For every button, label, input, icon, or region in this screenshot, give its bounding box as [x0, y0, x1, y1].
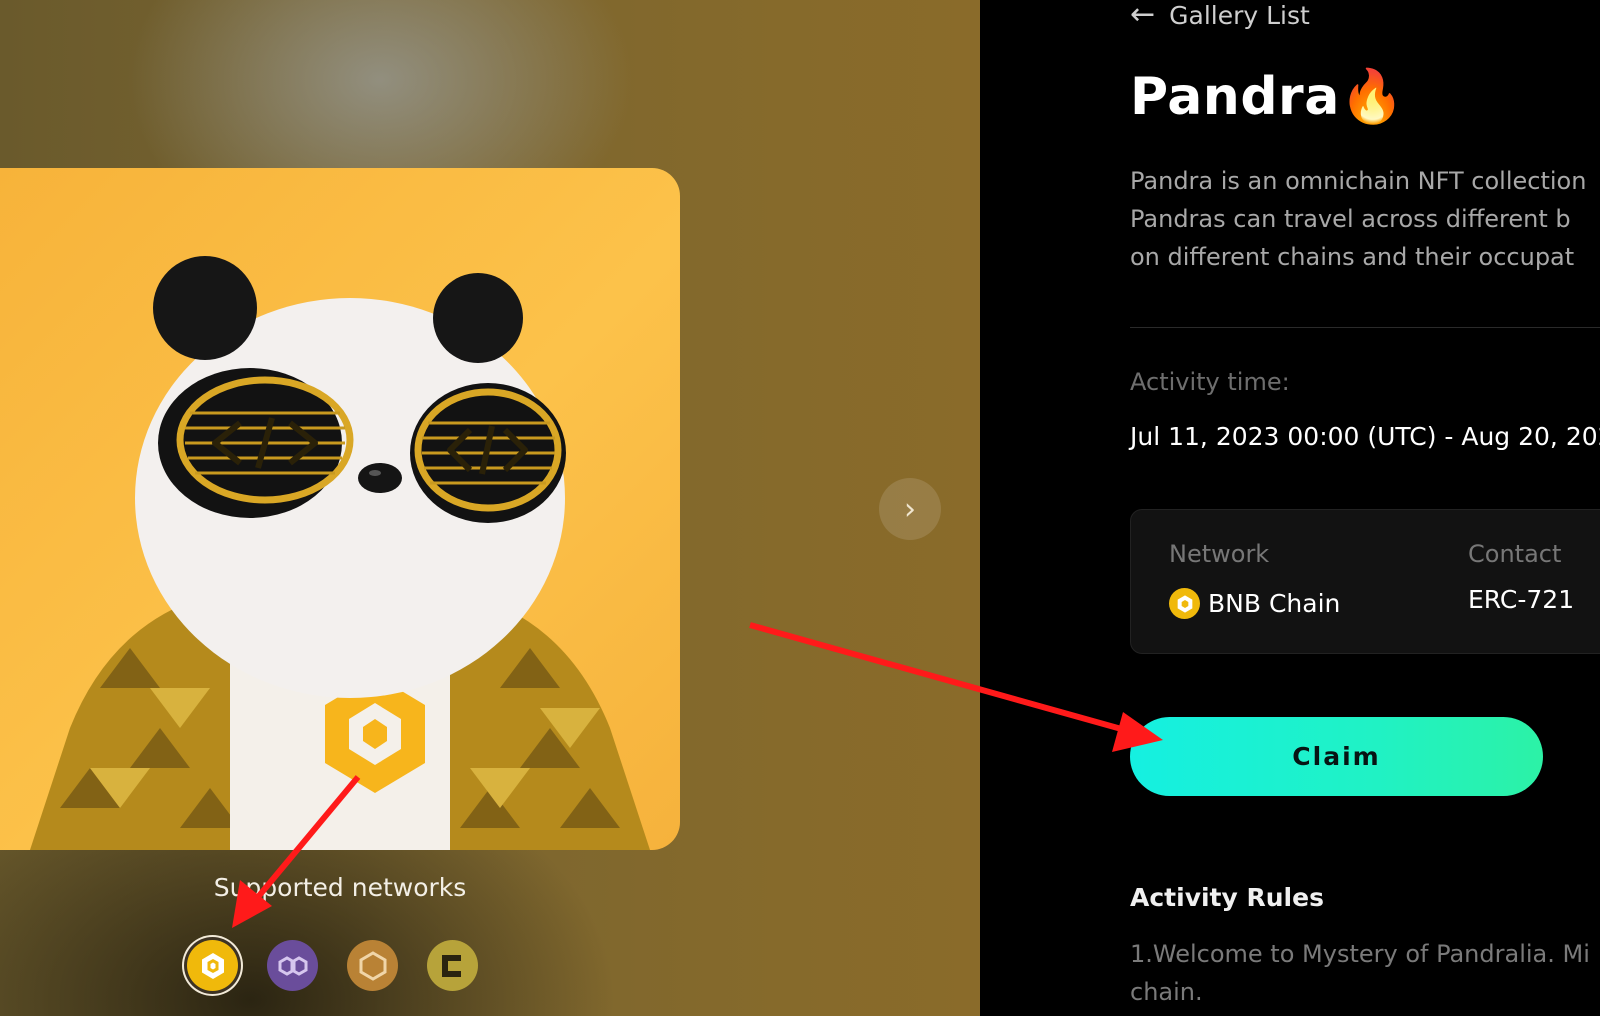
page-title: Pandra🔥	[1130, 67, 1406, 127]
network-bnb-button[interactable]	[187, 940, 238, 991]
supported-networks-label: Supported networks	[213, 873, 467, 902]
nft-image	[0, 168, 680, 850]
activity-time-label: Activity time:	[1130, 368, 1290, 396]
collection-description: Pandra is an omnichain NFT collection Pa…	[1130, 162, 1600, 276]
contact-value: ERC-721	[1468, 585, 1575, 614]
network-core-button[interactable]	[427, 940, 478, 991]
arrow-left-icon: ←	[1130, 0, 1156, 32]
core-icon	[441, 954, 461, 977]
rules-line: chain.	[1130, 978, 1203, 1006]
back-to-gallery-link[interactable]: ← Gallery List	[1130, 0, 1310, 30]
chevron-right-icon: ›	[904, 491, 916, 527]
network-name: BNB Chain	[1208, 589, 1341, 618]
polygon-icon	[278, 955, 307, 976]
divider	[1130, 327, 1600, 328]
next-image-button[interactable]: ›	[879, 478, 941, 540]
gallery-panel: › Supported networks	[0, 0, 980, 1016]
contact-label: Contact	[1468, 540, 1562, 568]
back-label: Gallery List	[1169, 0, 1310, 30]
network-label: Network	[1169, 540, 1270, 568]
description-line: Pandra is an omnichain NFT collection	[1130, 167, 1587, 195]
detail-panel: ← Gallery List Pandra🔥 Pandra is an omni…	[980, 0, 1600, 1016]
description-line: Pandras can travel across different b	[1130, 205, 1571, 233]
network-selector	[187, 940, 478, 991]
claim-button[interactable]: Claim	[1130, 717, 1543, 796]
network-value: BNB Chain	[1169, 588, 1340, 619]
network-info-card: Network BNB Chain Contact ERC-721	[1130, 509, 1600, 654]
network-arbitrum-button[interactable]	[347, 940, 398, 991]
hexagon-icon	[359, 950, 386, 981]
activity-time-value: Jul 11, 2023 00:00 (UTC) - Aug 20, 2023	[1130, 422, 1600, 451]
activity-rules-title: Activity Rules	[1130, 883, 1324, 912]
bnb-icon	[1169, 588, 1200, 619]
bnb-icon	[201, 952, 224, 979]
description-line: on different chains and their occupat	[1130, 243, 1575, 271]
activity-rules-text: 1.Welcome to Mystery of Pandralia. Mi ch…	[1130, 935, 1600, 1011]
network-polygon-button[interactable]	[267, 940, 318, 991]
panda-illustration	[30, 256, 650, 850]
rules-line: 1.Welcome to Mystery of Pandralia. Mi	[1130, 940, 1590, 968]
